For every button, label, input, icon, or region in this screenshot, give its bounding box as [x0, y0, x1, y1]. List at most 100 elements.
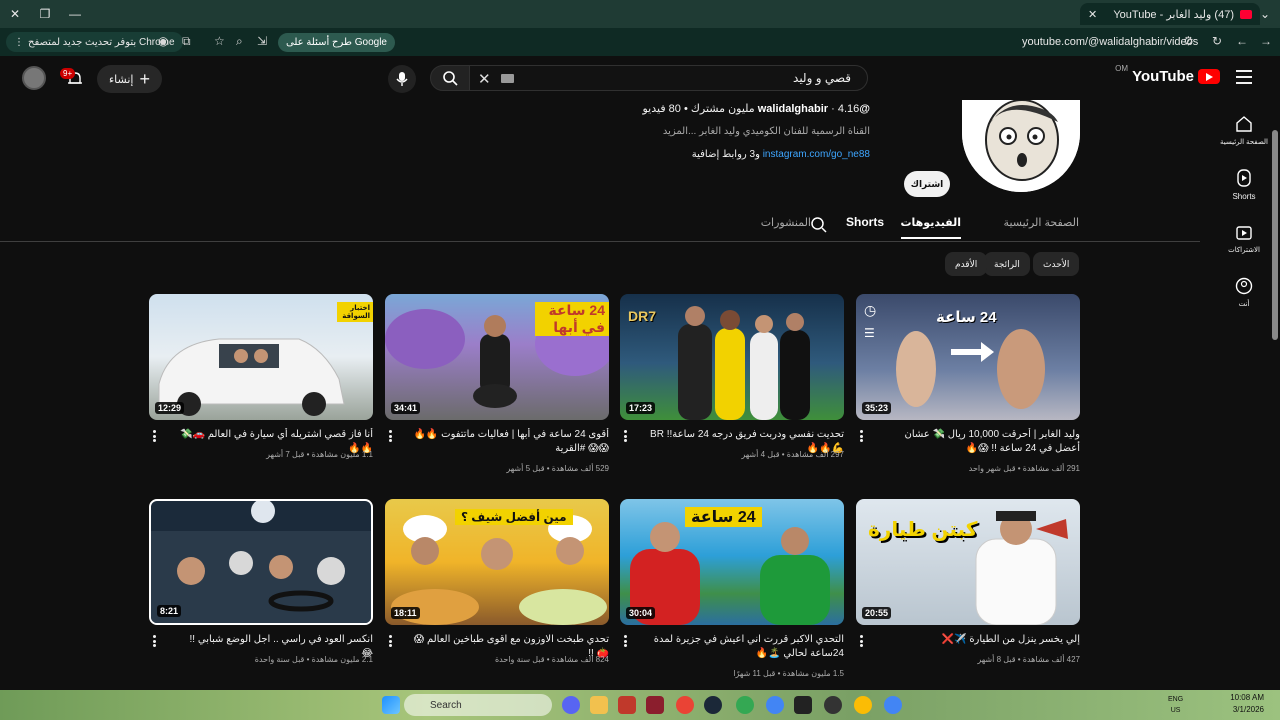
- sidebar-label-home: الصفحة الرئيسية: [1219, 139, 1268, 146]
- url-text[interactable]: youtube.com/@walidalghabir/videos: [1022, 36, 1198, 48]
- thumbnail-overlay-text: 24 ساعة: [685, 507, 762, 527]
- video-card[interactable]: 24 ساعة 30:04 التحدي الاكبر قررت اني اعي…: [620, 499, 844, 689]
- you-icon: [1234, 276, 1254, 296]
- system-clock[interactable]: 10:08 AM 3/1/2026: [1230, 692, 1264, 716]
- video-title[interactable]: التحدي الاكبر قررت اني اعيش في جزيرة لمد…: [648, 633, 844, 661]
- close-window-button[interactable]: ✕: [0, 0, 30, 28]
- video-menu-icon[interactable]: [860, 430, 864, 442]
- youtube-logo[interactable]: OM YouTube: [1115, 64, 1220, 85]
- ask-google-button[interactable]: طرح أسئلة على Google: [278, 33, 395, 52]
- video-thumbnail[interactable]: 24 ساعة 30:04: [620, 499, 844, 625]
- chrome-profile-icon[interactable]: [766, 696, 784, 714]
- keyboard-icon[interactable]: [501, 74, 514, 83]
- video-card[interactable]: مين أفضل شيف ؟ 18:11 تحدي طبخت الاوزون م…: [385, 499, 609, 689]
- app-icon[interactable]: [646, 696, 664, 714]
- steam-icon[interactable]: [704, 696, 722, 714]
- tab-videos[interactable]: الفيديوهات: [900, 216, 961, 239]
- channel-avatar[interactable]: [962, 100, 1080, 192]
- zoom-icon[interactable]: ⌕: [236, 34, 243, 49]
- terminal-icon[interactable]: [794, 696, 812, 714]
- video-menu-icon[interactable]: [389, 430, 393, 442]
- video-thumbnail[interactable]: اختبار السواقة 12:29: [149, 294, 373, 420]
- add-to-queue-icon[interactable]: ☰: [864, 326, 875, 340]
- chip-popular[interactable]: الرائجة: [984, 252, 1030, 276]
- video-card[interactable]: اختبار السواقة 12:29 أنا فاز قصي اشتريله…: [149, 294, 373, 484]
- sidebar-item-subscriptions[interactable]: الاشتراكات: [1216, 222, 1272, 254]
- chrome-profile-icon[interactable]: [884, 696, 902, 714]
- video-thumbnail[interactable]: 24 ساعة في أبها 34:41: [385, 294, 609, 420]
- obs-icon[interactable]: [824, 696, 842, 714]
- video-meta: 824 ألف مشاهدة • قبل سنة واحدة: [494, 655, 609, 664]
- search-button[interactable]: [430, 65, 470, 91]
- thumbnail-overlay-text: اختبار السواقة: [337, 302, 373, 322]
- chip-oldest[interactable]: الأقدم: [945, 252, 988, 276]
- tab-posts[interactable]: المنشورات: [761, 216, 811, 229]
- forward-icon[interactable]: →: [1260, 34, 1272, 48]
- video-thumbnail[interactable]: DR7 17:23: [620, 294, 844, 420]
- video-card[interactable]: 24 ساعة ◷ ☰ 35:23 وليد الغابر | أحرقت 10…: [856, 294, 1080, 484]
- video-title[interactable]: إلي يخسر ينزل من الطيارة ✈️❌: [884, 633, 1080, 647]
- notification-count-badge: 9+: [60, 68, 76, 79]
- create-button[interactable]: إنشاء +: [97, 65, 162, 93]
- browser-tab[interactable]: ✕ (47) وليد الغابر - YouTube: [1080, 3, 1260, 25]
- reload-icon[interactable]: ↻: [1212, 34, 1222, 48]
- page-scrollbar[interactable]: [1272, 130, 1278, 340]
- minimize-window-button[interactable]: —: [60, 0, 90, 28]
- back-icon[interactable]: ←: [1236, 34, 1248, 48]
- channel-link[interactable]: instagram.com/go_ne88: [763, 149, 870, 160]
- clear-search-icon[interactable]: ✕: [478, 70, 491, 88]
- video-menu-icon[interactable]: [860, 635, 864, 647]
- watch-later-icon[interactable]: ◷: [864, 302, 876, 319]
- update-chrome-button[interactable]: ⋮ بتوفر تحديث جديد لمتصفح Chrome: [6, 32, 183, 52]
- video-menu-icon[interactable]: [153, 635, 157, 647]
- extensions-icon[interactable]: ⧉: [182, 34, 191, 49]
- youtube-favicon: [1240, 9, 1252, 19]
- chip-latest[interactable]: الأحدث: [1033, 252, 1080, 276]
- tab-shorts[interactable]: Shorts: [846, 215, 884, 229]
- bookmark-star-icon[interactable]: ☆: [214, 34, 225, 48]
- sidebar-label-shorts: Shorts: [1232, 192, 1256, 201]
- video-card[interactable]: 24 ساعة في أبها 34:41 أقوى 24 ساعة في أب…: [385, 294, 609, 484]
- tab-home[interactable]: الصفحة الرئيسية: [1004, 216, 1079, 229]
- voice-search-button[interactable]: [388, 65, 416, 93]
- discord-icon[interactable]: [562, 696, 580, 714]
- video-card[interactable]: 8:21 انكسر العود في راسي .. اجل الوضع شب…: [149, 499, 373, 689]
- video-menu-icon[interactable]: [624, 430, 628, 442]
- video-menu-icon[interactable]: [624, 635, 628, 647]
- site-settings-icon[interactable]: ⚙: [1183, 34, 1194, 48]
- guide-menu-icon[interactable]: [1236, 70, 1252, 84]
- sidebar-item-home[interactable]: الصفحة الرئيسية: [1216, 114, 1272, 146]
- chrome-profile-icon[interactable]: [854, 696, 872, 714]
- search-input[interactable]: قصي و وليد: [468, 65, 868, 91]
- restore-window-button[interactable]: ❐: [30, 0, 60, 28]
- video-thumbnail[interactable]: 8:21: [149, 499, 373, 625]
- file-explorer-icon[interactable]: [590, 696, 608, 714]
- channel-search-icon[interactable]: [810, 216, 828, 234]
- video-title[interactable]: وليد الغابر | أحرقت 10,000 ريال 💸 عشان أ…: [884, 428, 1080, 456]
- channel-description[interactable]: القناة الرسمية للفنان الكوميدي وليد الغا…: [663, 126, 870, 137]
- close-tab-icon[interactable]: ✕: [1088, 8, 1097, 21]
- chrome-icon[interactable]: [676, 696, 694, 714]
- account-avatar[interactable]: [22, 66, 46, 90]
- app-icon[interactable]: [618, 696, 636, 714]
- menu-icon: ⋮: [14, 36, 24, 48]
- sidebar-item-you[interactable]: أنت: [1216, 276, 1272, 308]
- sidebar-item-shorts[interactable]: Shorts: [1216, 168, 1272, 201]
- chrome-profile-icon[interactable]: [736, 696, 754, 714]
- channel-extra-links[interactable]: و3 روابط إضافية: [692, 149, 760, 160]
- language-indicator[interactable]: ENG US: [1168, 694, 1183, 716]
- video-card[interactable]: DR7 17:23 تحديت نفسي ودربت فريق درجه 24 …: [620, 294, 844, 484]
- video-thumbnail[interactable]: مين أفضل شيف ؟ 18:11: [385, 499, 609, 625]
- subscribe-button[interactable]: اشتراك: [904, 171, 950, 197]
- video-thumbnail[interactable]: كبتن طيارة 20:55: [856, 499, 1080, 625]
- video-thumbnail[interactable]: 24 ساعة ◷ ☰ 35:23: [856, 294, 1080, 420]
- install-app-icon[interactable]: ⇲: [257, 34, 267, 48]
- video-menu-icon[interactable]: [153, 430, 157, 442]
- video-menu-icon[interactable]: [389, 635, 393, 647]
- thumbnail-overlay-text: 24 ساعة في أبها: [535, 302, 609, 336]
- taskbar-search[interactable]: Search: [404, 694, 552, 716]
- profile-icon[interactable]: ◉: [158, 34, 168, 48]
- video-card[interactable]: كبتن طيارة 20:55 إلي يخسر ينزل من الطيار…: [856, 499, 1080, 689]
- windows-start-icon[interactable]: [382, 696, 400, 714]
- video-title[interactable]: أقوى 24 ساعة في أبها | فعاليات ماتتفوت 🔥…: [413, 428, 609, 456]
